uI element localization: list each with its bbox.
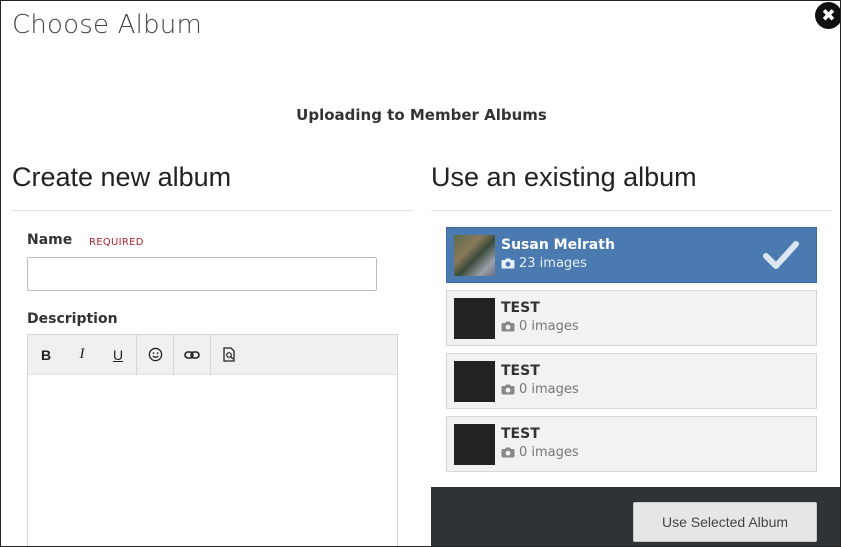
bold-button[interactable]: B xyxy=(28,335,64,375)
album-item-susan-melrath[interactable]: Susan Melrath 23 images xyxy=(446,227,817,283)
underline-button[interactable]: U xyxy=(100,335,136,375)
camera-icon xyxy=(501,447,515,458)
link-icon xyxy=(184,350,200,359)
name-label: Name xyxy=(27,232,73,248)
link-button[interactable] xyxy=(174,335,210,375)
album-name: Susan Melrath xyxy=(501,237,615,253)
album-item-test[interactable]: TEST 0 images xyxy=(446,353,817,409)
required-badge: REQUIRED xyxy=(89,237,144,248)
album-count-text: 0 images xyxy=(519,319,579,334)
album-thumbnail xyxy=(454,298,495,339)
album-count-text: 23 images xyxy=(519,256,587,271)
album-thumbnail xyxy=(454,361,495,402)
modal-title: Choose Album xyxy=(12,10,202,40)
album-count: 23 images xyxy=(501,256,587,271)
editor-toolbar: B I U xyxy=(28,334,397,375)
camera-icon xyxy=(501,321,515,332)
description-label: Description xyxy=(27,311,118,327)
description-editor: B I U xyxy=(27,334,398,546)
album-count-text: 0 images xyxy=(519,382,579,397)
album-count: 0 images xyxy=(501,445,579,460)
emoji-button[interactable] xyxy=(137,335,173,375)
use-selected-album-button[interactable]: Use Selected Album xyxy=(633,502,817,542)
italic-button[interactable]: I xyxy=(64,335,100,375)
close-icon: ✖ xyxy=(821,5,836,26)
album-count-text: 0 images xyxy=(519,445,579,460)
album-count: 0 images xyxy=(501,382,579,397)
preview-icon xyxy=(223,347,235,362)
album-item-test[interactable]: TEST 0 images xyxy=(446,290,817,346)
album-count: 0 images xyxy=(501,319,579,334)
camera-icon xyxy=(501,384,515,395)
camera-icon xyxy=(501,258,515,269)
album-name: TEST xyxy=(501,300,540,316)
smiley-icon xyxy=(148,347,162,362)
album-name: TEST xyxy=(501,426,540,442)
close-button[interactable]: ✖ xyxy=(815,2,840,29)
album-name: TEST xyxy=(501,363,540,379)
right-divider xyxy=(431,210,832,211)
preview-button[interactable] xyxy=(211,335,247,375)
left-divider xyxy=(12,210,413,211)
album-thumbnail xyxy=(454,235,495,276)
existing-album-heading: Use an existing album xyxy=(431,162,697,192)
album-thumbnail xyxy=(454,424,495,465)
uploading-destination: Uploading to Member Albums xyxy=(296,106,547,124)
album-name-input[interactable] xyxy=(27,257,377,291)
checkmark-icon xyxy=(763,241,799,269)
choose-album-modal: Choose Album ✖ Uploading to Member Album… xyxy=(0,0,841,547)
create-album-heading: Create new album xyxy=(12,162,232,192)
album-item-test[interactable]: TEST 0 images xyxy=(446,416,817,472)
